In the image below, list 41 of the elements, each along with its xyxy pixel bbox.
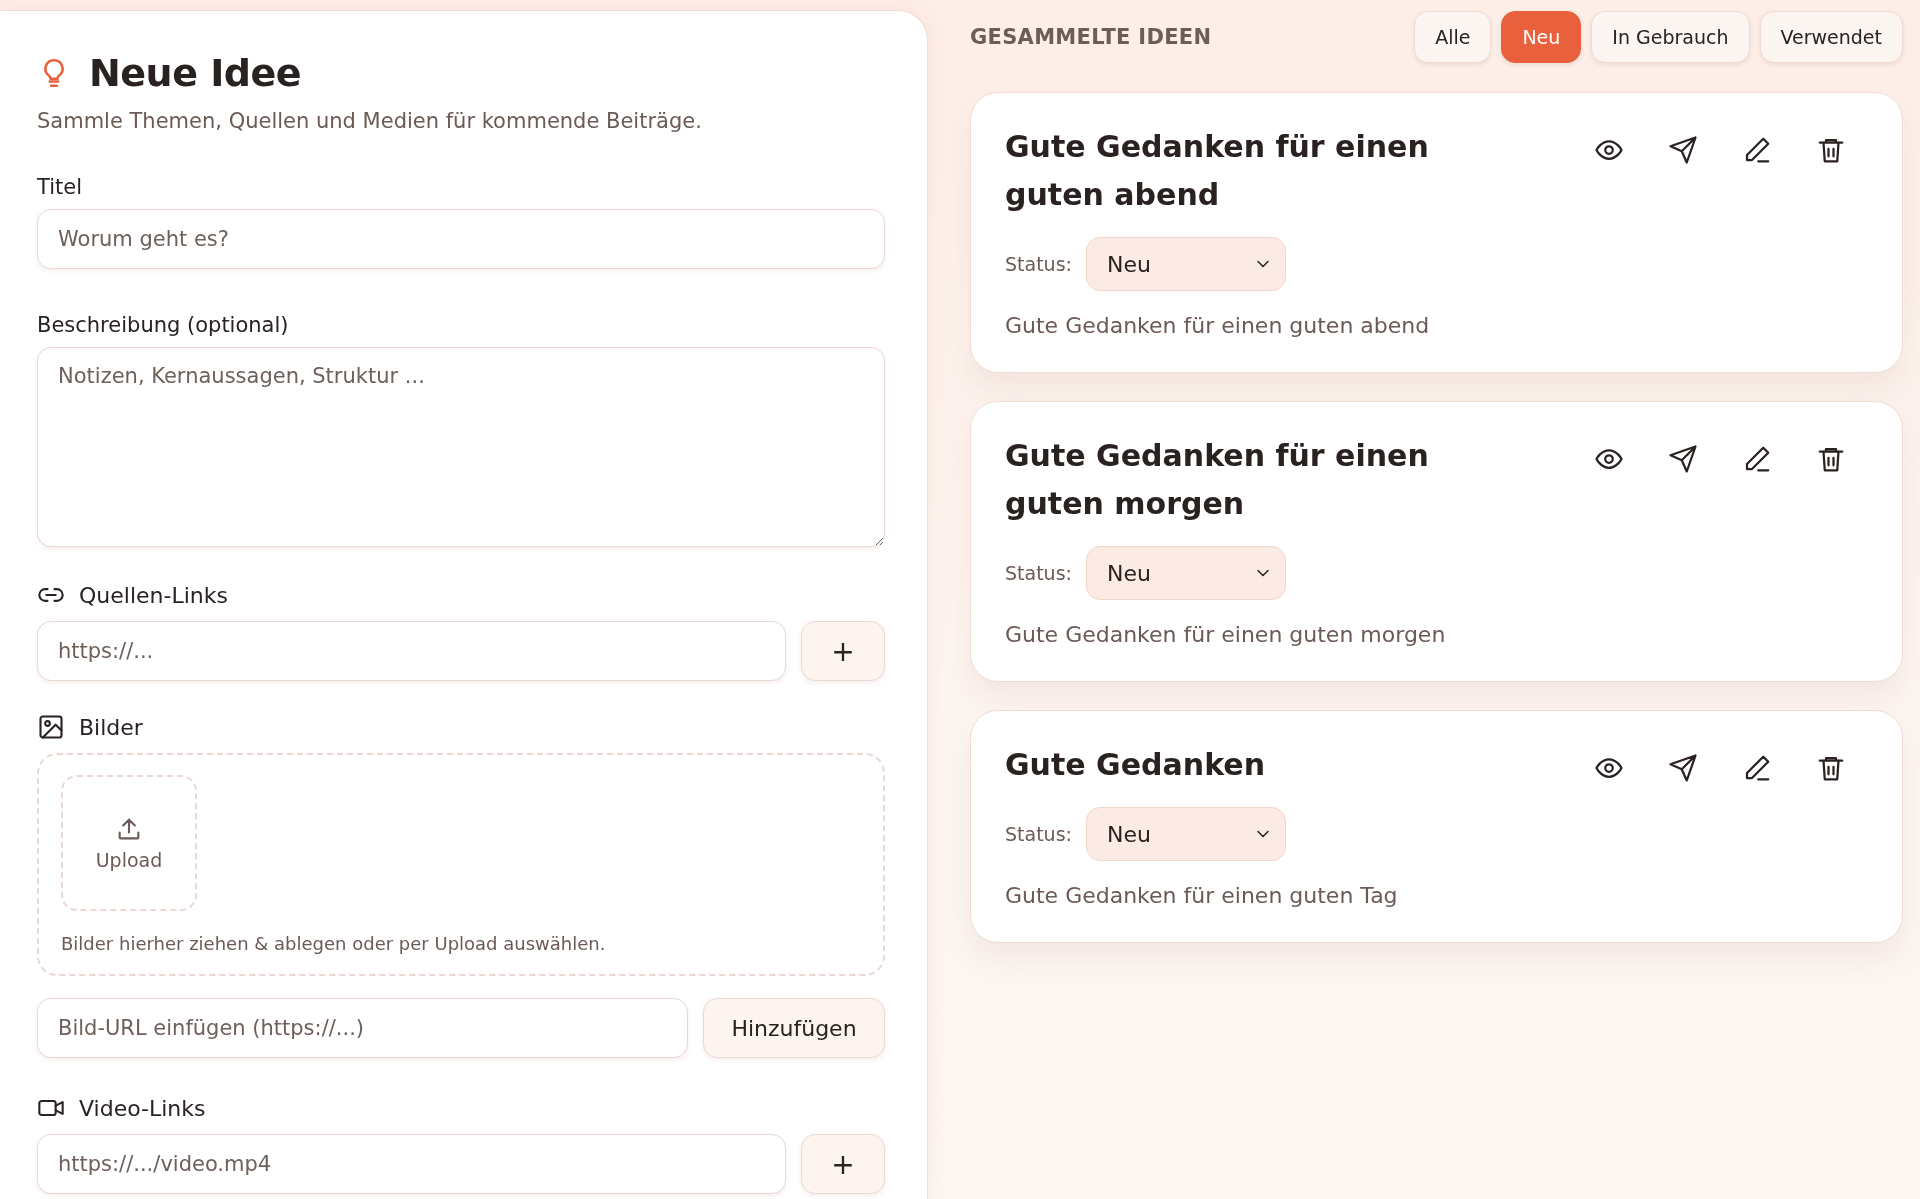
section-label: Video-Links: [79, 1095, 206, 1121]
status-label: Status:: [1005, 253, 1072, 275]
send-button[interactable]: [1668, 135, 1698, 165]
drop-hint: Bilder hierher ziehen & ablegen oder per Upload auswählen.: [61, 933, 607, 954]
paper-plane-icon: [1668, 135, 1698, 165]
paper-plane-icon: [1668, 444, 1698, 474]
idea-title: Gute Gedanken: [1005, 746, 1265, 784]
section-label: Quellen-Links: [79, 582, 228, 608]
upload-button[interactable]: Upload: [61, 775, 197, 911]
send-button[interactable]: [1668, 753, 1698, 783]
section-heading: GESAMMELTE IDEEN: [970, 25, 1212, 49]
field-label: Beschreibung (optional): [37, 313, 290, 337]
idea-description: Gute Gedanken für einen guten morgen: [1005, 622, 1447, 647]
idea-description: Gute Gedanken für einen guten abend: [1005, 313, 1431, 338]
status-label: Status:: [1005, 562, 1072, 584]
status-select[interactable]: Neu: [1085, 807, 1286, 861]
source-link-input[interactable]: https://...: [37, 621, 786, 681]
add-image-button[interactable]: Hinzufügen: [703, 998, 885, 1058]
title-input[interactable]: Worum geht es?: [37, 209, 885, 269]
description-textarea[interactable]: Notizen, Kernaussagen, Struktur ...: [37, 347, 885, 547]
status-label: Status:: [1005, 823, 1072, 845]
image-drop-zone[interactable]: Upload Bilder hierher ziehen & ablegen oder per Upload auswählen.: [37, 753, 885, 976]
image-icon: [37, 713, 65, 741]
section-label: Bilder: [79, 714, 143, 740]
filter-tab[interactable]: Alle: [1414, 11, 1492, 63]
paper-plane-icon: [1668, 753, 1698, 783]
status-select[interactable]: Neu: [1085, 546, 1286, 600]
idea-description: Gute Gedanken für einen guten Tag: [1005, 883, 1399, 908]
filter-tab[interactable]: Verwendet: [1759, 11, 1903, 63]
idea-title: Gute Gedanken für einen guten morgen: [1005, 437, 1430, 523]
filter-tab[interactable]: In Gebrauch: [1591, 11, 1750, 63]
send-button[interactable]: [1668, 444, 1698, 474]
field-label: Titel: [37, 175, 83, 199]
page-subtitle: Sammle Themen, Quellen und Medien für kommende Beiträge.: [37, 109, 703, 133]
image-url-input[interactable]: Bild-URL einfügen (https://...): [37, 998, 688, 1058]
add-video-button[interactable]: +: [801, 1134, 885, 1194]
page-title: Neue Idee: [89, 51, 301, 95]
status-select[interactable]: Neu: [1085, 237, 1286, 291]
video-link-input[interactable]: https://.../video.mp4: [37, 1134, 786, 1194]
add-link-button[interactable]: +: [801, 621, 885, 681]
idea-title: Gute Gedanken für einen guten abend: [1005, 128, 1430, 214]
